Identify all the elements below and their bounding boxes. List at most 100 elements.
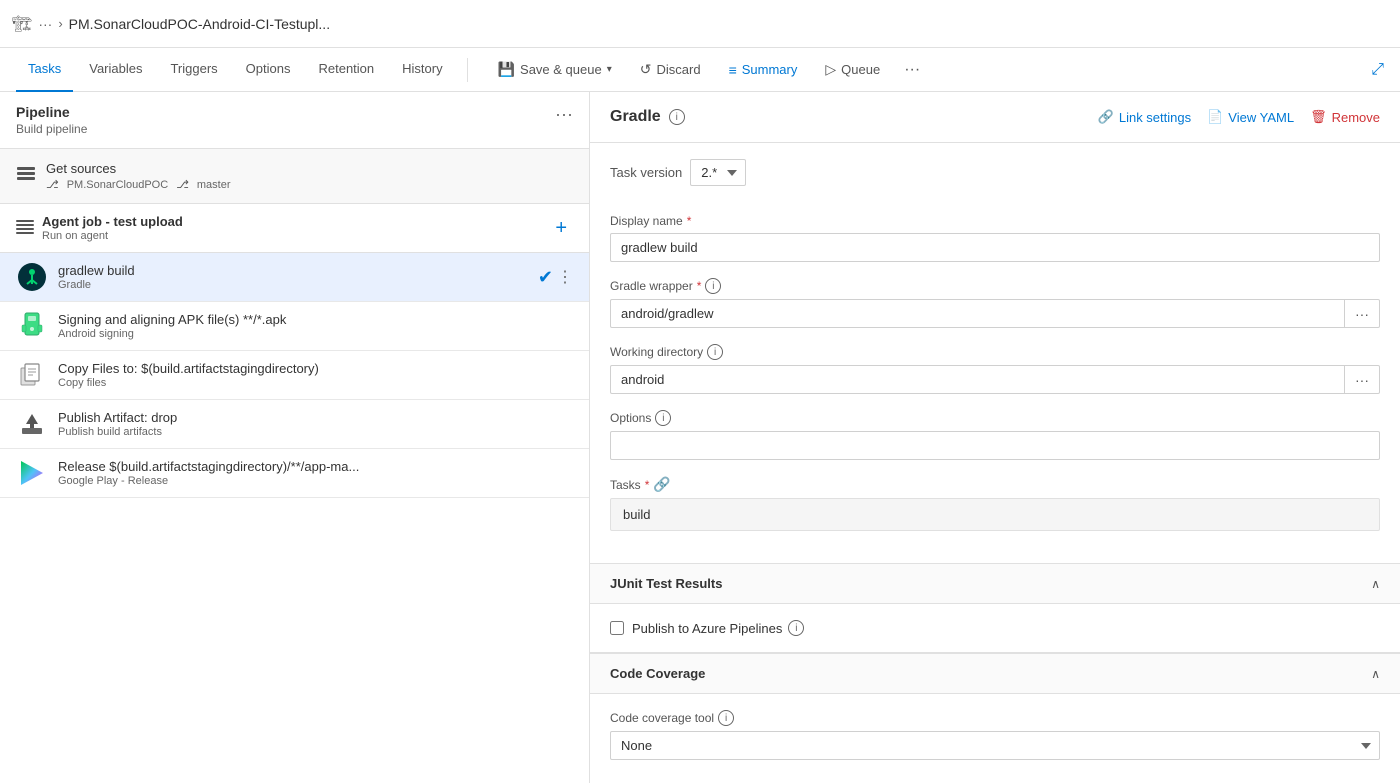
- link-settings-button[interactable]: 🔗 Link settings: [1098, 109, 1191, 125]
- display-name-input[interactable]: [610, 233, 1380, 262]
- right-panel: Gradle i 🔗 Link settings 📄 View YAML 🗑 R…: [590, 92, 1400, 783]
- display-name-label: Display name *: [610, 214, 1380, 228]
- repo-icon: ⎇: [46, 178, 59, 191]
- android-signing-icon: [16, 310, 48, 342]
- right-header-left: Gradle i: [610, 108, 685, 126]
- view-yaml-button[interactable]: 📄 View YAML: [1207, 109, 1294, 125]
- publish-artifact-subtitle: Publish build artifacts: [58, 426, 573, 438]
- task-item-copy-files[interactable]: Copy Files to: $(build.artifactstagingdi…: [0, 351, 589, 400]
- code-coverage-section-title: Code Coverage: [610, 666, 705, 681]
- task-item-publish-artifact[interactable]: Publish Artifact: drop Publish build art…: [0, 400, 589, 449]
- copy-files-info: Copy Files to: $(build.artifactstagingdi…: [58, 361, 573, 389]
- save-icon: 💾: [498, 61, 515, 78]
- working-directory-browse-button[interactable]: ···: [1345, 365, 1380, 394]
- expand-button[interactable]: ⤢: [1371, 61, 1384, 79]
- tab-tasks[interactable]: Tasks: [16, 48, 73, 92]
- nav-separator: [467, 58, 468, 82]
- pipeline-menu-button[interactable]: ···: [555, 104, 573, 125]
- form-area: Task version 2.* 1.* 0.* Display name * …: [590, 143, 1400, 563]
- task-menu-button[interactable]: ⋮: [557, 267, 573, 287]
- junit-section-body: Publish to Azure Pipelines i: [590, 604, 1400, 653]
- agent-job-item: Agent job - test upload Run on agent +: [0, 204, 589, 253]
- gradle-wrapper-input[interactable]: [610, 299, 1345, 328]
- tab-variables[interactable]: Variables: [77, 48, 154, 92]
- code-coverage-section-chevron: ∧: [1371, 667, 1380, 681]
- main-layout: Pipeline Build pipeline ··· Get sources …: [0, 92, 1400, 783]
- breadcrumb-dots[interactable]: ···: [38, 16, 52, 32]
- branch-name: master: [197, 179, 231, 191]
- options-label: Options i: [610, 410, 1380, 426]
- publish-checkbox[interactable]: [610, 621, 624, 635]
- task-info-icon[interactable]: i: [669, 109, 685, 125]
- working-directory-input-group: ···: [610, 365, 1380, 394]
- get-sources-info: Get sources ⎇ PM.SonarCloudPOC ⎇ master: [46, 161, 573, 191]
- summary-icon: ≡: [729, 62, 737, 78]
- task-item-signing-apk[interactable]: Signing and aligning APK file(s) **/*.ap…: [0, 302, 589, 351]
- left-panel: Pipeline Build pipeline ··· Get sources …: [0, 92, 590, 783]
- remove-button[interactable]: 🗑 Remove: [1310, 109, 1380, 125]
- repo-name: PM.SonarCloudPOC: [67, 179, 169, 191]
- options-input[interactable]: [610, 431, 1380, 460]
- task-version-select[interactable]: 2.* 1.* 0.*: [690, 159, 746, 186]
- publish-artifact-icon: [16, 408, 48, 440]
- code-coverage-tool-info-icon[interactable]: i: [718, 710, 734, 726]
- display-name-row: Display name *: [610, 214, 1380, 262]
- pipeline-info: Pipeline Build pipeline: [16, 104, 87, 136]
- save-dropdown-icon: ▾: [607, 64, 612, 75]
- task-enabled-icon: ✔: [538, 267, 553, 288]
- code-coverage-tool-select[interactable]: None Cobertura JaCoCo: [610, 731, 1380, 760]
- task-item-gradlew-build[interactable]: gradlew build Gradle ✔ ⋮: [0, 253, 589, 302]
- pipeline-subtitle: Build pipeline: [16, 122, 87, 136]
- junit-section-header[interactable]: JUnit Test Results ∧: [590, 563, 1400, 604]
- copy-files-title: Copy Files to: $(build.artifactstagingdi…: [58, 361, 573, 376]
- queue-button[interactable]: ▷ Queue: [815, 57, 890, 82]
- agent-job-info: Agent job - test upload Run on agent: [42, 214, 183, 242]
- agent-job-title: Agent job - test upload: [42, 214, 183, 229]
- options-info-icon[interactable]: i: [655, 410, 671, 426]
- pipeline-title: Pipeline: [16, 104, 87, 120]
- more-actions-button[interactable]: ···: [898, 57, 926, 83]
- get-sources-item[interactable]: Get sources ⎇ PM.SonarCloudPOC ⎇ master: [0, 149, 589, 204]
- tab-options[interactable]: Options: [234, 48, 303, 92]
- queue-icon: ▷: [825, 61, 836, 78]
- working-directory-info-icon[interactable]: i: [707, 344, 723, 360]
- google-play-icon: [16, 457, 48, 489]
- gradle-wrapper-info-icon[interactable]: i: [705, 278, 721, 294]
- get-sources-title: Get sources: [46, 161, 573, 176]
- working-directory-label: Working directory i: [610, 344, 1380, 360]
- task-item-google-play[interactable]: Release $(build.artifactstagingdirectory…: [0, 449, 589, 498]
- tab-history[interactable]: History: [390, 48, 454, 92]
- discard-icon: ↺: [640, 61, 652, 78]
- link-settings-icon: 🔗: [1098, 109, 1114, 125]
- task-version-row: Task version 2.* 1.* 0.*: [610, 159, 1380, 198]
- view-yaml-icon: 📄: [1207, 109, 1223, 125]
- signing-apk-title: Signing and aligning APK file(s) **/*.ap…: [58, 312, 573, 327]
- google-play-title: Release $(build.artifactstagingdirectory…: [58, 459, 573, 474]
- app-icon: 🏗: [12, 14, 32, 34]
- tab-retention[interactable]: Retention: [306, 48, 386, 92]
- branch-icon: ⎇: [176, 178, 189, 191]
- gradle-wrapper-input-group: ···: [610, 299, 1380, 328]
- gradle-wrapper-browse-button[interactable]: ···: [1345, 299, 1380, 328]
- add-task-button[interactable]: +: [549, 215, 573, 242]
- task-version-label: Task version: [610, 165, 682, 180]
- publish-info-icon[interactable]: i: [788, 620, 804, 636]
- top-bar: 🏗 ··· › PM.SonarCloudPOC-Android-CI-Test…: [0, 0, 1400, 48]
- required-star-tasks: *: [645, 478, 650, 492]
- copy-files-subtitle: Copy files: [58, 377, 573, 389]
- signing-apk-info: Signing and aligning APK file(s) **/*.ap…: [58, 312, 573, 340]
- gradlew-build-actions: ✔ ⋮: [538, 267, 573, 288]
- agent-job-left: Agent job - test upload Run on agent: [16, 214, 183, 242]
- discard-button[interactable]: ↺ Discard: [630, 57, 711, 82]
- code-coverage-section-header[interactable]: Code Coverage ∧: [590, 653, 1400, 694]
- google-play-info: Release $(build.artifactstagingdirectory…: [58, 459, 573, 487]
- publish-label[interactable]: Publish to Azure Pipelines i: [632, 620, 804, 636]
- tasks-field-label: Tasks * 🔗: [610, 476, 1380, 493]
- tab-triggers[interactable]: Triggers: [158, 48, 229, 92]
- publish-artifact-info: Publish Artifact: drop Publish build art…: [58, 410, 573, 438]
- get-sources-icon: [16, 164, 36, 189]
- summary-button[interactable]: ≡ Summary: [719, 58, 808, 82]
- junit-section-title: JUnit Test Results: [610, 576, 722, 591]
- save-queue-button[interactable]: 💾 Save & queue ▾: [488, 57, 622, 82]
- working-directory-input[interactable]: [610, 365, 1345, 394]
